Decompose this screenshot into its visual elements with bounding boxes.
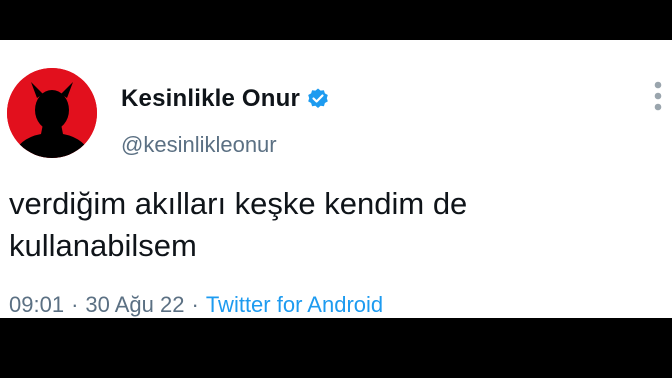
separator-dot: · <box>71 292 79 317</box>
user-handle[interactable]: @kesinlikleonur <box>121 132 277 158</box>
tweet-date[interactable]: 30 Ağu 22 <box>85 292 184 317</box>
verified-badge-icon <box>308 88 328 108</box>
tweet-text-line-1: verdiğim akılları keşke kendim de <box>9 186 468 221</box>
tweet-source-link[interactable]: Twitter for Android <box>206 292 383 317</box>
devil-silhouette-icon <box>7 68 97 158</box>
avatar[interactable] <box>7 68 97 158</box>
more-vertical-icon[interactable] <box>648 80 668 114</box>
top-letterbox-bar <box>0 0 672 40</box>
display-name[interactable]: Kesinlikle Onur <box>121 85 300 113</box>
separator-dot: · <box>191 292 199 317</box>
tweet-time[interactable]: 09:01 <box>9 292 64 317</box>
tweet-card: Kesinlikle Onur @kesinlikleonur verdiğim… <box>0 40 672 318</box>
tweet-text-line-2: kullanabilsem <box>9 228 197 263</box>
author-name-row: Kesinlikle Onur <box>121 85 330 113</box>
tweet-meta: 09:01 · 30 Ağu 22 · Twitter for Android <box>9 292 383 318</box>
bottom-letterbox-bar <box>0 318 672 378</box>
tweet-text: verdiğim akılları keşke kendim de kullan… <box>9 183 649 267</box>
